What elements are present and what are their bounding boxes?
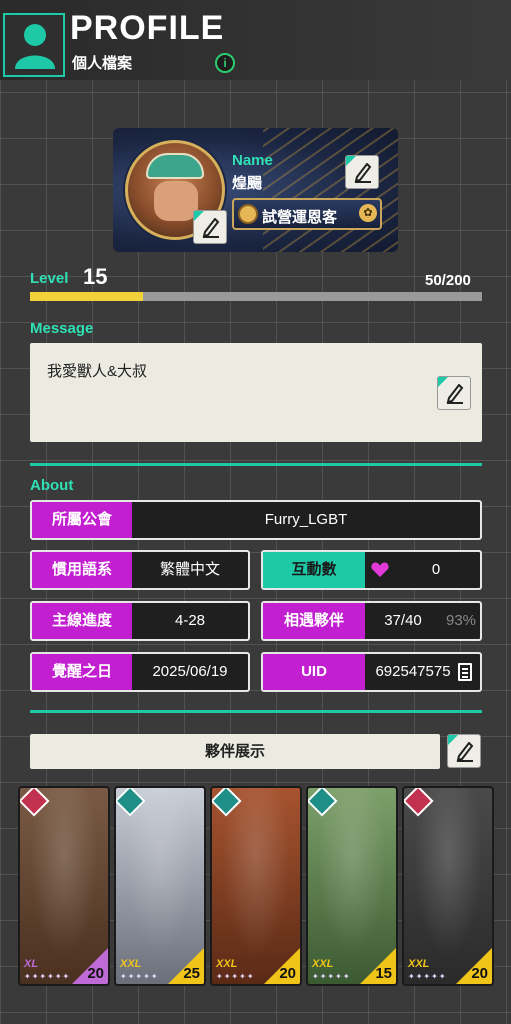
story-row: 主線進度 4-28	[30, 601, 250, 641]
star-rating: ✦✦✦✦✦	[216, 972, 255, 981]
coin-icon	[238, 204, 258, 224]
pencil-icon	[354, 163, 372, 183]
portrait-hat	[146, 153, 204, 179]
star-rating: ✦✦✦✦✦	[408, 972, 447, 981]
partner-level: 20	[87, 965, 104, 982]
name-card-pattern	[263, 128, 398, 252]
message-label: Message	[30, 320, 94, 337]
partner-showcase-label: 夥伴展示	[30, 734, 440, 769]
divider	[30, 463, 482, 466]
info-icon[interactable]: i	[215, 53, 235, 73]
story-key: 主線進度	[32, 603, 132, 639]
interactions-row: 互動數 0	[261, 550, 482, 590]
size-tag: XL	[24, 958, 39, 970]
uid-key: UID	[263, 654, 365, 690]
pencil-icon	[446, 384, 464, 404]
size-tag: XXL	[408, 958, 430, 970]
partner-level: 20	[279, 965, 296, 982]
uid-row: UID 692547575	[261, 652, 482, 692]
divider	[30, 710, 482, 713]
about-label: About	[30, 477, 74, 494]
page-title: PROFILE	[70, 9, 225, 47]
partners-value: 37/40	[384, 612, 422, 629]
partners-key: 相遇夥伴	[263, 603, 365, 639]
level-progress-fill	[30, 292, 143, 301]
partner-level: 20	[471, 965, 488, 982]
size-tag: XXL	[312, 958, 334, 970]
star-rating: ✦✦✦✦✦	[120, 972, 159, 981]
heart-icon	[371, 562, 389, 577]
language-value: 繁體中文	[159, 561, 220, 578]
star-rating: ✦✦✦✦✦	[312, 972, 351, 981]
star-rating: ✦✦✦✦✦✦	[24, 972, 71, 981]
partners-percent: 93%	[446, 612, 477, 629]
guild-row: 所屬公會 Furry_LGBT	[30, 500, 482, 540]
partner-card[interactable]: 20 XXL ✦✦✦✦✦	[210, 786, 302, 986]
edit-showcase-button[interactable]	[447, 734, 481, 768]
paw-icon: ✿	[359, 204, 377, 222]
partner-level: 25	[183, 965, 200, 982]
guild-key: 所屬公會	[32, 502, 132, 538]
awaken-row: 覺醒之日 2025/06/19	[30, 652, 250, 692]
pencil-icon	[456, 742, 474, 762]
interactions-value: 0	[431, 561, 441, 578]
size-tag: XXL	[120, 958, 142, 970]
story-value: 4-28	[174, 612, 206, 629]
size-tag: XXL	[216, 958, 238, 970]
message-text: 我愛獸人&大叔	[47, 363, 148, 380]
name-label: Name	[232, 152, 273, 169]
language-row: 慣用語系 繁體中文	[30, 550, 250, 590]
partner-card[interactable]: 20 XXL ✦✦✦✦✦	[402, 786, 494, 986]
awaken-key: 覺醒之日	[32, 654, 132, 690]
awaken-value: 2025/06/19	[152, 663, 228, 680]
uid-value: 692547575	[375, 663, 451, 680]
copy-uid-icon[interactable]	[458, 663, 472, 681]
interactions-key: 互動數	[263, 552, 365, 588]
level-value: 15	[83, 264, 108, 289]
edit-name-button[interactable]	[345, 155, 379, 189]
edit-portrait-button[interactable]	[193, 210, 227, 244]
partner-card[interactable]: 25 XXL ✦✦✦✦✦	[114, 786, 206, 986]
partners-row: 相遇夥伴 37/40 93%	[261, 601, 482, 641]
page-subtitle: 個人檔案	[72, 55, 133, 72]
profile-avatar-icon	[3, 13, 65, 77]
pencil-icon	[202, 218, 220, 238]
player-name: 煌颺	[232, 175, 263, 192]
guild-value: Furry_LGBT	[264, 511, 348, 528]
title-badge-text: 試營運恩客	[262, 209, 338, 226]
level-label: Level	[30, 270, 69, 287]
partner-card[interactable]: 20 XL ✦✦✦✦✦✦	[18, 786, 110, 986]
language-key: 慣用語系	[32, 552, 132, 588]
level-progress-text: 50/200	[425, 272, 471, 289]
partner-card[interactable]: 15 XXL ✦✦✦✦✦	[306, 786, 398, 986]
portrait-face	[154, 181, 198, 221]
partner-level: 15	[375, 965, 392, 982]
message-box	[30, 343, 482, 442]
title-badge[interactable]: 試營運恩客 ✿	[232, 198, 382, 230]
edit-message-button[interactable]	[437, 376, 471, 410]
